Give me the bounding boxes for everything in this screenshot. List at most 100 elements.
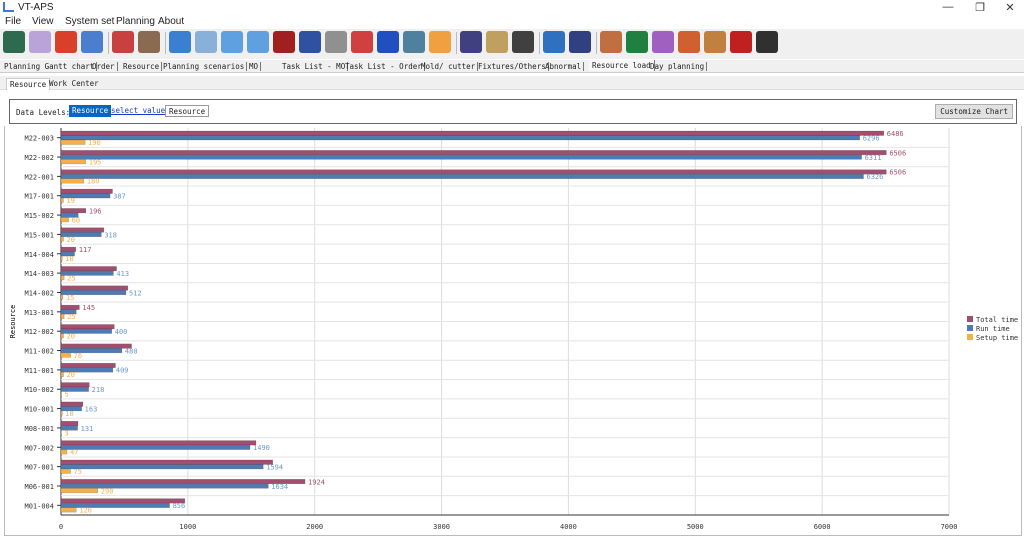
tab-planning-scenarios[interactable]: Planning scenarios <box>163 62 247 71</box>
tab-mold-cutter[interactable]: Mold/ cutter <box>421 62 478 71</box>
bar-run-time <box>61 136 860 141</box>
bar-setup-time <box>61 159 86 164</box>
bar-total-time <box>61 228 104 233</box>
zoom-out-icon[interactable] <box>247 31 269 53</box>
tab-fixtures-others[interactable]: Fixtures/Others <box>478 62 549 71</box>
cloud-icon[interactable] <box>29 31 51 53</box>
bar-total-time <box>61 131 884 136</box>
tab-resource[interactable]: Resource <box>123 62 162 71</box>
gears-icon[interactable] <box>138 31 160 53</box>
tab-task-list-order[interactable]: Task List - Order <box>345 62 425 71</box>
bar-setup-time <box>61 237 64 242</box>
subtab-work-center[interactable]: Work Center <box>46 78 102 89</box>
data-label: 1490 <box>253 444 270 452</box>
close-button[interactable]: ✕ <box>1000 1 1020 14</box>
tools-icon[interactable] <box>652 31 674 53</box>
bar-total-time <box>61 305 79 310</box>
shield-icon[interactable] <box>403 31 425 53</box>
y-tick-label: M15-002 <box>24 212 54 220</box>
timer-icon[interactable] <box>678 31 700 53</box>
level-chip-resource-2[interactable]: Resource <box>165 105 209 117</box>
gantt-icon[interactable] <box>169 31 191 53</box>
bar-total-time <box>61 421 78 426</box>
bar-setup-time <box>61 411 62 416</box>
maximize-button[interactable]: ❐ <box>970 1 990 14</box>
data-label: 15 <box>66 294 74 302</box>
bar-setup-time <box>61 353 71 358</box>
tiles-icon[interactable] <box>377 31 399 53</box>
minimize-button[interactable]: — <box>938 1 958 13</box>
y-tick-label: M11-002 <box>24 348 54 356</box>
bar-total-time <box>61 286 128 291</box>
power-icon[interactable] <box>3 31 25 53</box>
bar-total-time <box>61 150 886 155</box>
menu-system-set[interactable]: System set <box>65 16 114 27</box>
tab-planning-gantt-chart[interactable]: Planning Gantt chart <box>4 62 97 71</box>
printer-icon[interactable] <box>299 31 321 53</box>
zoom-in-icon[interactable] <box>221 31 243 53</box>
data-label: 20 <box>67 333 75 341</box>
data-label: 196 <box>89 207 102 215</box>
bar-setup-time <box>61 275 64 280</box>
clock-hand-icon[interactable] <box>429 31 451 53</box>
bar-total-time <box>61 266 117 271</box>
data-label: 60 <box>72 216 80 224</box>
calendar-icon[interactable] <box>273 31 295 53</box>
main-tabs: Planning Gantt chartOrder ResourcePlannin… <box>0 60 1024 73</box>
select-value-link[interactable]: select value <box>108 105 168 117</box>
form-refresh-icon[interactable] <box>704 31 726 53</box>
database-icon[interactable] <box>730 31 752 53</box>
data-label: 409 <box>116 367 129 375</box>
person-list-icon[interactable] <box>112 31 134 53</box>
customize-chart-button[interactable]: Customize Chart <box>935 104 1013 119</box>
menu-file[interactable]: File <box>5 16 21 27</box>
clipboard-icon[interactable] <box>486 31 508 53</box>
y-tick-label: M14-004 <box>24 251 54 259</box>
excel-icon[interactable] <box>626 31 648 53</box>
y-tick-label: M06-001 <box>24 483 54 491</box>
bar-setup-time <box>61 392 62 397</box>
table-chart-icon[interactable] <box>195 31 217 53</box>
bar-setup-time <box>61 179 84 184</box>
bar-total-time <box>61 402 83 407</box>
tab-mo[interactable]: MO <box>249 62 261 71</box>
data-label: 856 <box>173 502 186 510</box>
form-icon[interactable] <box>600 31 622 53</box>
level-chip-resource[interactable]: Resource <box>69 105 111 117</box>
x-tick-label: 4000 <box>560 523 577 531</box>
bar-setup-time <box>61 488 98 493</box>
y-tick-label: M22-002 <box>24 154 54 162</box>
folder-chart-icon[interactable] <box>81 31 103 53</box>
bar-chart-icon[interactable] <box>55 31 77 53</box>
document-icon[interactable] <box>325 31 347 53</box>
bar-run-time <box>61 484 268 489</box>
tab-order[interactable]: Order <box>92 62 118 71</box>
save-down-icon[interactable] <box>512 31 534 53</box>
bar-setup-time <box>61 469 71 474</box>
bar-setup-time <box>61 256 62 261</box>
grid-icon[interactable] <box>351 31 373 53</box>
y-axis-title: Resource <box>9 305 17 339</box>
toolbar-separator <box>165 32 166 54</box>
folder-icon[interactable] <box>543 31 565 53</box>
tab-resource-load[interactable]: Resource load <box>589 60 655 71</box>
bar-total-time <box>61 247 76 252</box>
x-tick-label: 5000 <box>687 523 704 531</box>
bar-setup-time <box>61 140 85 145</box>
menu-about[interactable]: About <box>158 16 184 27</box>
bar-setup-time <box>61 217 69 222</box>
pen-icon[interactable] <box>460 31 482 53</box>
subtab-resource[interactable]: Resource <box>6 78 50 90</box>
data-label: 318 <box>104 231 117 239</box>
tab-abnormal[interactable]: Abnormal <box>545 62 584 71</box>
tab-task-list-mo[interactable]: Task List - MO <box>282 62 348 71</box>
data-label: 195 <box>89 158 102 166</box>
data-label: 20 <box>67 236 75 244</box>
settings-icon[interactable] <box>569 31 591 53</box>
bar-setup-time <box>61 314 64 319</box>
tab-day-planning[interactable]: Day planning <box>650 62 707 71</box>
menu-planning[interactable]: Planning <box>116 16 155 27</box>
floppy-icon[interactable] <box>756 31 778 53</box>
menu-view[interactable]: View <box>32 16 54 27</box>
toolbar <box>0 29 1024 59</box>
